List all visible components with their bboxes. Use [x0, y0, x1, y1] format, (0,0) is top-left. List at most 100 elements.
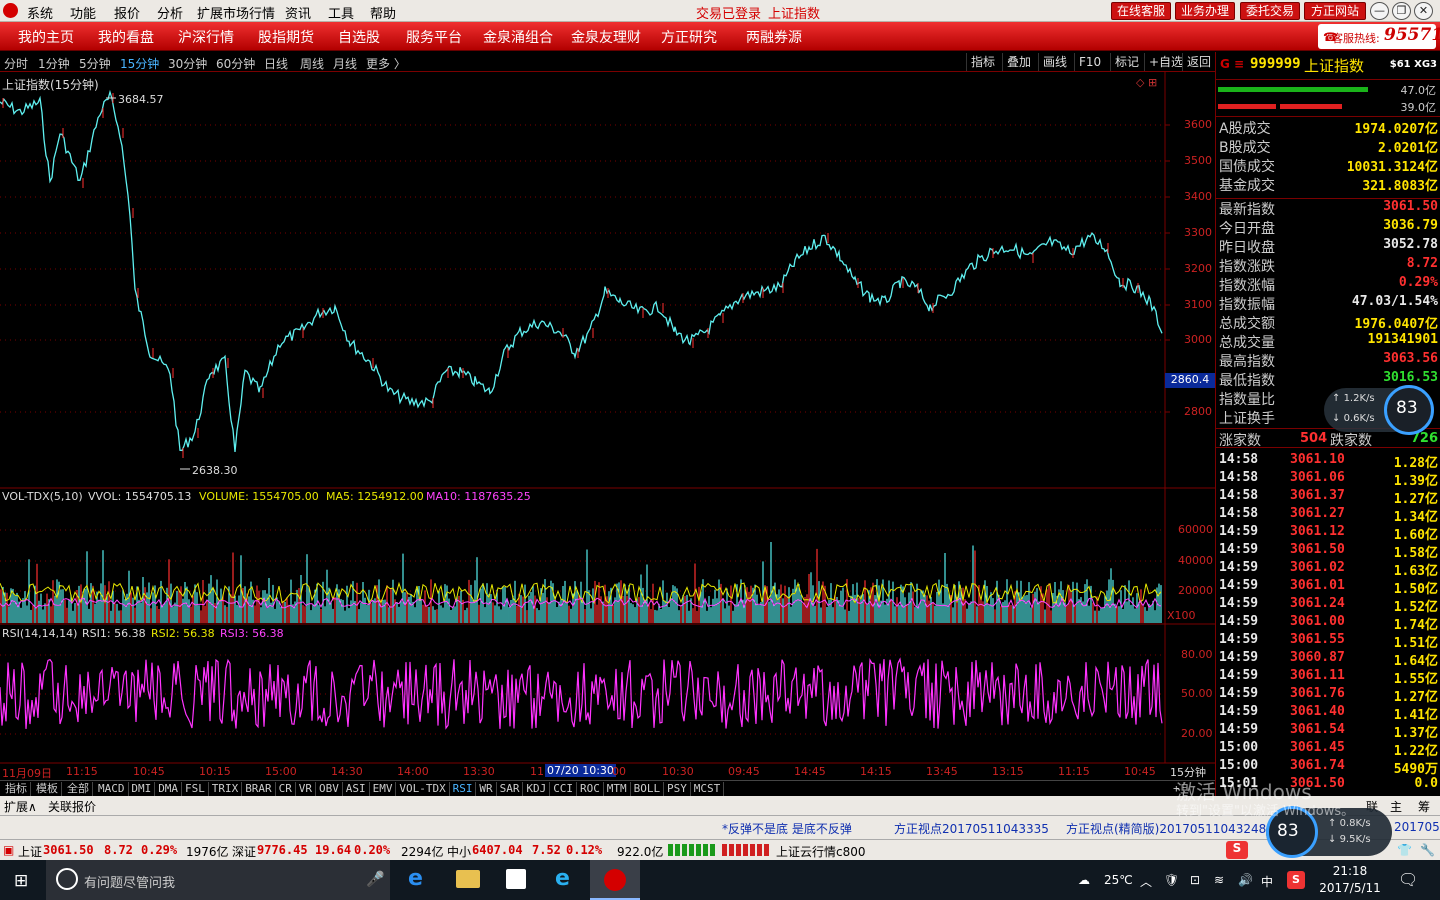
file-explorer-icon[interactable] — [456, 870, 480, 888]
nav-margin[interactable]: 两融券源 — [746, 27, 802, 47]
tick-row[interactable]: 14:59 3061.50 1.58亿 — [1216, 542, 1440, 561]
close-icon[interactable]: ✕ — [1414, 2, 1433, 20]
indicator-tab-cr[interactable]: CR — [276, 782, 296, 796]
temperature[interactable]: 25℃ — [1104, 873, 1133, 887]
volume-icon[interactable]: 🔊 — [1238, 873, 1253, 887]
news-item[interactable]: *反弹不是底 是底不反弹 — [722, 820, 852, 837]
nav-research[interactable]: 方正研究 — [661, 27, 717, 47]
indicator-tab-wr[interactable]: WR — [476, 782, 497, 796]
ext-icon-b[interactable]: 主 — [1390, 798, 1402, 815]
nav-watchlist[interactable]: 自选股 — [338, 27, 380, 47]
tick-row[interactable]: 14:59 3061.24 1.52亿 — [1216, 596, 1440, 615]
indicator-tab-trix[interactable]: TRIX — [209, 782, 243, 796]
menu-help[interactable]: 帮助 — [370, 3, 396, 22]
tick-row[interactable]: 14:59 3061.11 1.55亿 — [1216, 668, 1440, 687]
store-icon[interactable] — [506, 869, 526, 889]
period-week[interactable]: 周线 — [300, 55, 324, 72]
indicator-tab-psy[interactable]: PSY — [664, 782, 691, 796]
indicator-tab-voltdx[interactable]: VOL-TDX — [396, 782, 450, 796]
period-month[interactable]: 月线 — [333, 55, 357, 72]
tool-draw[interactable]: 画线 — [1038, 53, 1067, 71]
tray-expand-icon[interactable]: ︿ — [1140, 873, 1152, 890]
period-more[interactable]: 更多 〉 — [366, 55, 406, 72]
indicator-tab-asi[interactable]: ASI — [343, 782, 370, 796]
chart-area[interactable]: 上证指数(15分钟) ◇ ⊞ 3684.57 2638.30 3600 3500… — [0, 72, 1215, 780]
indicator-tab-brar[interactable]: BRAR — [242, 782, 276, 796]
period-day[interactable]: 日线 — [264, 55, 288, 72]
tick-row[interactable]: 15:00 3061.74 5490万 — [1216, 758, 1440, 777]
menu-quote[interactable]: 报价 — [114, 3, 140, 22]
cloud-quote[interactable]: 上证云行情c800 — [776, 843, 866, 860]
indicator-tab-[interactable]: 全部 — [64, 782, 93, 796]
shield-icon[interactable]: 🛡 — [1164, 873, 1179, 887]
windows-start-icon[interactable]: ⊞ — [14, 871, 28, 891]
nav-my-watch[interactable]: 我的看盘 — [98, 27, 154, 47]
indicator-tab-fsl[interactable]: FSL — [182, 782, 209, 796]
tick-row[interactable]: 15:00 3061.45 1.22亿 — [1216, 740, 1440, 759]
tick-row[interactable]: 14:59 3061.40 1.41亿 — [1216, 704, 1440, 723]
wifi-icon[interactable]: ≋ — [1214, 873, 1224, 887]
wrench-icon[interactable]: 🔧 — [1420, 843, 1435, 857]
menu-system[interactable]: 系统 — [27, 3, 53, 22]
tick-row[interactable]: 14:59 3061.01 1.50亿 — [1216, 578, 1440, 597]
weather-icon[interactable]: ☁ — [1078, 873, 1090, 887]
extend-toggle[interactable]: 扩展∧ — [4, 798, 37, 815]
period-15min[interactable]: 15分钟 — [120, 55, 159, 72]
tick-row[interactable]: 14:59 3061.02 1.63亿 — [1216, 560, 1440, 579]
indicator-tab-[interactable]: 模板 — [33, 782, 62, 796]
news-item[interactable]: 方正视点20170511043335 — [894, 820, 1049, 837]
indicator-tab-kdj[interactable]: KDJ — [523, 782, 551, 796]
tick-row[interactable]: 14:59 3061.00 1.74亿 — [1216, 614, 1440, 633]
indicator-tab-macd[interactable]: MACD — [95, 782, 129, 796]
period-1min[interactable]: 1分钟 — [38, 55, 70, 72]
ime-indicator[interactable]: 中 — [1261, 873, 1273, 890]
menu-ext-market[interactable]: 扩展市场行情 — [197, 3, 275, 22]
indicator-tab-mtm[interactable]: MTM — [604, 782, 631, 796]
period-60min[interactable]: 60分钟 — [216, 55, 255, 72]
period-5min[interactable]: 5分钟 — [79, 55, 111, 72]
ie-icon[interactable]: e — [555, 866, 570, 891]
network-icon[interactable]: ⊡ — [1190, 873, 1200, 887]
related-quote[interactable]: 关联报价 — [48, 798, 96, 815]
indicator-tab-roc[interactable]: ROC — [577, 782, 604, 796]
sogou-icon[interactable]: S — [1226, 841, 1248, 859]
tick-row[interactable]: 14:59 3061.12 1.60亿 — [1216, 524, 1440, 543]
tick-row[interactable]: 14:58 3061.10 1.28亿 — [1216, 452, 1440, 471]
tool-indicator[interactable]: 指标 — [966, 53, 995, 71]
microphone-icon[interactable]: 🎤 — [366, 870, 385, 888]
nav-wealth[interactable]: 金泉友理财 — [571, 27, 641, 47]
indicator-tab-emv[interactable]: EMV — [370, 782, 397, 796]
indicator-tab-vr[interactable]: VR — [296, 782, 317, 796]
ext-icon-c[interactable]: 筹 — [1418, 798, 1430, 815]
website-button[interactable]: 方正网站 — [1304, 2, 1366, 20]
tool-add-watch[interactable]: +自选 — [1144, 53, 1183, 71]
tick-row[interactable]: 14:58 3061.06 1.39亿 — [1216, 470, 1440, 489]
cortana-icon[interactable] — [56, 868, 78, 890]
tool-overlay[interactable]: 叠加 — [1002, 53, 1031, 71]
tick-row[interactable]: 14:58 3061.37 1.27亿 — [1216, 488, 1440, 507]
minimize-icon[interactable]: — — [1370, 2, 1389, 20]
nav-market[interactable]: 沪深行情 — [178, 27, 234, 47]
indicator-tab-cci[interactable]: CCI — [550, 782, 578, 796]
tick-row[interactable]: 14:59 3061.55 1.51亿 — [1216, 632, 1440, 651]
tool-f10[interactable]: F10 — [1074, 53, 1101, 71]
menu-function[interactable]: 功能 — [70, 3, 96, 22]
indicator-tab-boll[interactable]: BOLL — [631, 782, 665, 796]
founder-app-icon[interactable] — [604, 869, 626, 891]
news-item[interactable]: 方正视点(精简版)20170511043248 — [1066, 820, 1266, 837]
menu-tools[interactable]: 工具 — [328, 3, 354, 22]
indicator-tab-rsi[interactable]: RSI — [450, 782, 477, 796]
edge-icon[interactable]: e — [408, 866, 423, 891]
period-tick[interactable]: 分时 — [4, 55, 28, 72]
nav-portfolio[interactable]: 金泉涌组合 — [483, 27, 553, 47]
indicator-tab-sar[interactable]: SAR — [497, 782, 524, 796]
shirt-icon[interactable]: 👕 — [1397, 843, 1412, 857]
menu-analysis[interactable]: 分析 — [157, 3, 183, 22]
online-service-button[interactable]: 在线客服 — [1111, 2, 1171, 20]
tool-mark[interactable]: 标记 — [1110, 53, 1139, 71]
nav-service[interactable]: 服务平台 — [406, 27, 462, 47]
chart-corner-icon[interactable]: ◇ ⊞ — [1136, 76, 1157, 89]
period-30min[interactable]: 30分钟 — [168, 55, 207, 72]
notification-icon[interactable]: 🗨 — [1398, 870, 1418, 889]
sogou-tray-icon[interactable]: S — [1287, 871, 1305, 889]
